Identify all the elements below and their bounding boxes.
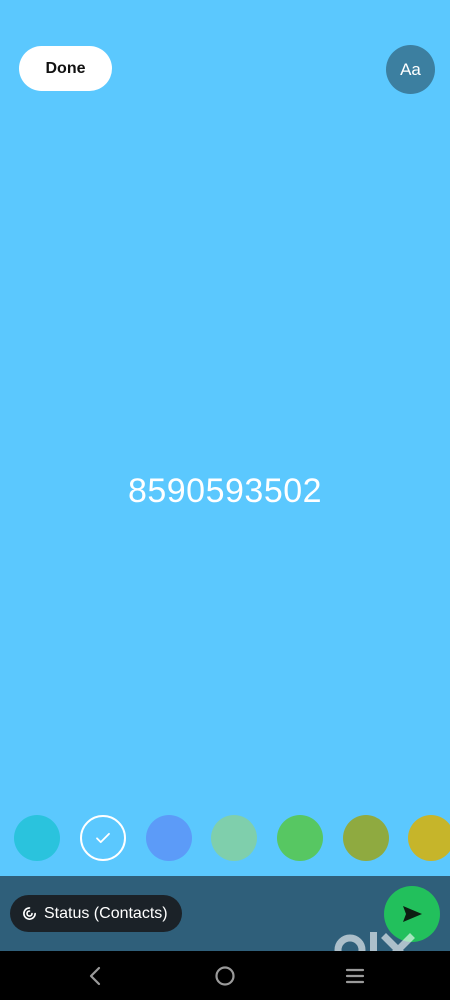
status-ring-icon — [23, 907, 36, 920]
color-swatch[interactable] — [277, 815, 323, 861]
recents-lines-icon[interactable] — [342, 963, 368, 989]
color-swatch[interactable] — [211, 815, 257, 861]
font-style-label: Aa — [400, 59, 421, 79]
color-swatch[interactable] — [146, 815, 192, 861]
color-swatch-selected[interactable] — [80, 815, 126, 861]
audience-selector[interactable]: Status (Contacts) — [10, 895, 182, 932]
system-navigation-bar — [0, 951, 450, 1000]
send-arrow-icon — [403, 906, 422, 922]
color-swatch[interactable] — [14, 815, 60, 861]
status-text[interactable]: 8590593502 — [0, 472, 450, 511]
font-style-button[interactable]: Aa — [386, 45, 435, 94]
home-circle-icon[interactable] — [212, 963, 238, 989]
check-icon — [96, 832, 110, 844]
done-button[interactable]: Done — [19, 46, 112, 91]
back-chevron-icon[interactable] — [83, 963, 109, 989]
audience-label: Status (Contacts) — [44, 904, 168, 922]
color-swatch[interactable] — [408, 815, 450, 861]
color-palette — [0, 815, 450, 863]
color-swatch[interactable] — [343, 815, 389, 861]
